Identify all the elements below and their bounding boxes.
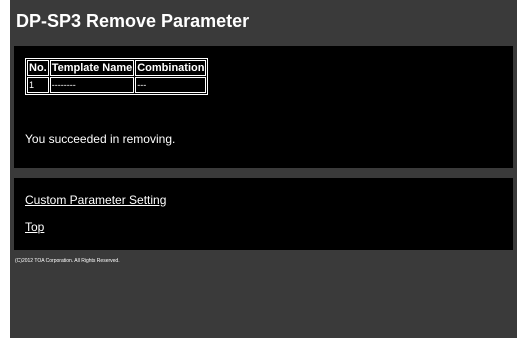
cell-template-name: -------- — [49, 77, 135, 93]
parameter-table: No. Template Name Combination 1 --------… — [25, 58, 209, 95]
cell-combination: --- — [135, 77, 207, 93]
page-title: DP-SP3 Remove Parameter — [16, 11, 250, 31]
custom-parameter-setting-link[interactable]: Custom Parameter Setting — [25, 193, 166, 207]
status-message: You succeeded in removing. — [25, 132, 176, 146]
column-header-no: No. — [27, 60, 49, 76]
result-panel: No. Template Name Combination 1 --------… — [14, 46, 513, 168]
table-row: 1 -------- --- — [27, 77, 207, 93]
column-header-template-name: Template Name — [49, 60, 135, 76]
cell-no: 1 — [27, 77, 49, 93]
table-header-row: No. Template Name Combination — [27, 60, 207, 76]
copyright-footer: (C)2012 TOA Corporation. All Rights Rese… — [15, 258, 120, 264]
top-link[interactable]: Top — [25, 220, 44, 234]
page-frame: DP-SP3 Remove Parameter No. Template Nam… — [10, 0, 517, 338]
column-header-combination: Combination — [135, 60, 207, 76]
navigation-panel: Custom Parameter Setting Top — [14, 178, 513, 250]
